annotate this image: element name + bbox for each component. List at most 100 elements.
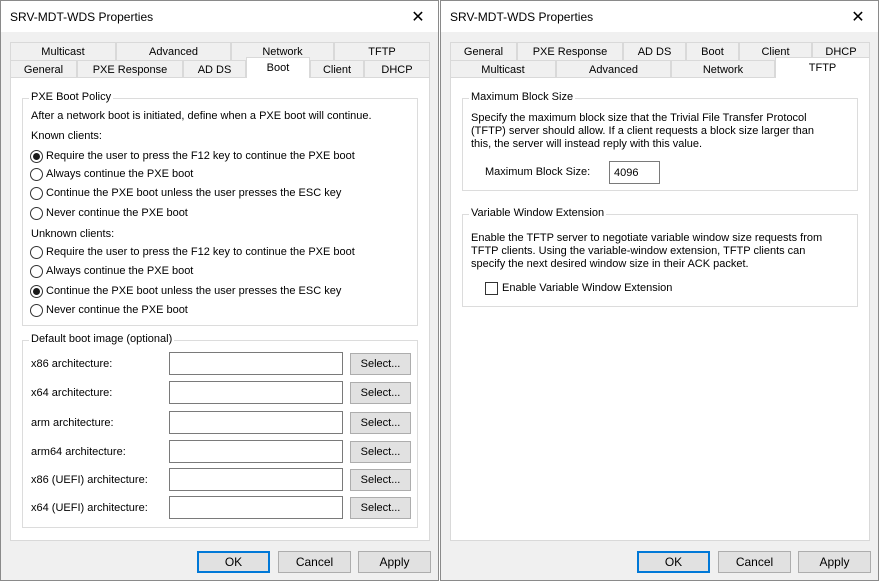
button-label: Select... bbox=[360, 502, 401, 514]
checkbox-box[interactable] bbox=[485, 281, 498, 295]
radio-label: Continue the PXE boot unless the user pr… bbox=[46, 285, 342, 297]
apply-button[interactable]: Apply bbox=[798, 551, 871, 573]
tab-general[interactable]: General bbox=[10, 60, 77, 78]
tab-multicast[interactable]: Multicast bbox=[10, 42, 116, 60]
tab-client[interactable]: Client bbox=[310, 60, 364, 78]
tab-label: Boot bbox=[701, 45, 724, 58]
tab-label: Client bbox=[322, 63, 352, 76]
select-x86-button[interactable]: Select... bbox=[350, 353, 411, 375]
unknown-radio-always[interactable]: Always continue the PXE boot bbox=[30, 263, 193, 279]
radio-button[interactable] bbox=[30, 264, 43, 278]
enable-variable-window-checkbox[interactable]: Enable Variable Window Extension bbox=[485, 280, 672, 296]
tab-network[interactable]: Network bbox=[671, 60, 775, 78]
radio-button[interactable] bbox=[30, 303, 43, 317]
ok-button[interactable]: OK bbox=[197, 551, 270, 573]
tab-label: TFTP bbox=[808, 62, 837, 74]
arch-label-x86: x86 architecture: bbox=[31, 358, 113, 370]
tab-label: AD DS bbox=[197, 63, 232, 76]
select-x64-uefi-button[interactable]: Select... bbox=[350, 497, 411, 519]
checkbox-label: Enable Variable Window Extension bbox=[502, 282, 673, 294]
button-label: Cancel bbox=[295, 555, 334, 569]
radio-label: Always continue the PXE boot bbox=[46, 265, 194, 277]
properties-dialog-tftp: SRV-MDT-WDS Properties ✕ General PXE Res… bbox=[440, 0, 879, 581]
tab-label: General bbox=[463, 45, 504, 58]
tab-general[interactable]: General bbox=[450, 42, 517, 60]
tab-label: Advanced bbox=[149, 45, 198, 58]
tab-label: PXE Response bbox=[532, 45, 608, 58]
tab-label: DHCP bbox=[381, 63, 413, 76]
button-label: Select... bbox=[360, 417, 401, 429]
tab-ad-ds[interactable]: AD DS bbox=[623, 42, 686, 60]
tab-label: Multicast bbox=[481, 63, 525, 76]
tab-tftp[interactable]: TFTP bbox=[334, 42, 430, 60]
tab-label: Client bbox=[761, 45, 790, 58]
radio-button[interactable] bbox=[30, 167, 43, 181]
x86-uefi-boot-image-input[interactable] bbox=[169, 468, 343, 491]
unknown-radio-never[interactable]: Never continue the PXE boot bbox=[30, 302, 188, 318]
unknown-radio-esc[interactable]: Continue the PXE boot unless the user pr… bbox=[30, 283, 341, 299]
tab-boot[interactable]: Boot bbox=[686, 42, 739, 60]
pxe-intro-text: After a network boot is initiated, defin… bbox=[31, 110, 372, 122]
unknown-radio-f12[interactable]: Require the user to press the F12 key to… bbox=[30, 244, 355, 260]
group-title: Default boot image (optional) bbox=[29, 333, 175, 345]
tab-pxe-response[interactable]: PXE Response bbox=[77, 60, 183, 78]
known-radio-esc[interactable]: Continue the PXE boot unless the user pr… bbox=[30, 185, 341, 201]
group-title: PXE Boot Policy bbox=[29, 91, 114, 103]
x64-boot-image-input[interactable] bbox=[169, 381, 343, 404]
radio-button[interactable] bbox=[30, 206, 43, 220]
default-boot-image-group: Default boot image (optional) x86 archit… bbox=[22, 333, 418, 528]
arm-boot-image-input[interactable] bbox=[169, 411, 343, 434]
select-x86-uefi-button[interactable]: Select... bbox=[350, 469, 411, 491]
select-arm64-button[interactable]: Select... bbox=[350, 441, 411, 463]
select-arm-button[interactable]: Select... bbox=[350, 412, 411, 434]
radio-label: Never continue the PXE boot bbox=[46, 207, 188, 219]
tab-tftp[interactable]: TFTP bbox=[775, 57, 870, 78]
tab-label: PXE Response bbox=[92, 63, 168, 76]
radio-label: Require the user to press the F12 key to… bbox=[46, 246, 355, 258]
known-radio-always[interactable]: Always continue the PXE boot bbox=[30, 166, 193, 182]
tab-pxe-response[interactable]: PXE Response bbox=[517, 42, 623, 60]
radio-button[interactable] bbox=[30, 149, 43, 163]
tab-label: DHCP bbox=[825, 45, 857, 58]
ok-button[interactable]: OK bbox=[637, 551, 710, 573]
group-title: Maximum Block Size bbox=[469, 91, 576, 103]
radio-button[interactable] bbox=[30, 284, 43, 298]
tab-label: TFTP bbox=[368, 45, 396, 58]
max-block-size-input[interactable] bbox=[609, 161, 660, 184]
x86-boot-image-input[interactable] bbox=[169, 352, 343, 375]
radio-button[interactable] bbox=[30, 186, 43, 200]
known-clients-label: Known clients: bbox=[31, 130, 102, 142]
known-radio-f12[interactable]: Require the user to press the F12 key to… bbox=[30, 148, 355, 164]
maximum-block-size-group: Maximum Block Size Specify the maximum b… bbox=[462, 91, 858, 191]
button-label: Select... bbox=[360, 474, 401, 486]
tab-ad-ds[interactable]: AD DS bbox=[183, 60, 246, 78]
tab-label: Multicast bbox=[41, 45, 85, 58]
tab-dhcp[interactable]: DHCP bbox=[364, 60, 430, 78]
close-icon[interactable]: ✕ bbox=[398, 1, 438, 32]
arm64-boot-image-input[interactable] bbox=[169, 440, 343, 463]
button-label: OK bbox=[664, 555, 683, 569]
cancel-button[interactable]: Cancel bbox=[718, 551, 791, 573]
tab-label: Network bbox=[702, 63, 744, 76]
max-block-size-label: Maximum Block Size: bbox=[485, 166, 591, 178]
x64-uefi-boot-image-input[interactable] bbox=[169, 496, 343, 519]
apply-button[interactable]: Apply bbox=[358, 551, 431, 573]
cancel-button[interactable]: Cancel bbox=[278, 551, 351, 573]
tab-label: Advanced bbox=[589, 63, 638, 76]
tab-panel-tftp: Maximum Block Size Specify the maximum b… bbox=[450, 77, 870, 541]
tab-advanced[interactable]: Advanced bbox=[556, 60, 671, 78]
tab-advanced[interactable]: Advanced bbox=[116, 42, 231, 60]
select-x64-button[interactable]: Select... bbox=[350, 382, 411, 404]
button-label: Select... bbox=[360, 358, 401, 370]
tab-boot[interactable]: Boot bbox=[246, 57, 310, 78]
group-title: Variable Window Extension bbox=[469, 207, 607, 219]
radio-button[interactable] bbox=[30, 245, 43, 259]
tab-multicast[interactable]: Multicast bbox=[450, 60, 556, 78]
known-radio-never[interactable]: Never continue the PXE boot bbox=[30, 205, 188, 221]
close-icon[interactable]: ✕ bbox=[838, 1, 878, 32]
button-label: Cancel bbox=[735, 555, 774, 569]
tab-label: AD DS bbox=[637, 45, 672, 58]
window-extension-description: Enable the TFTP server to negotiate vari… bbox=[471, 232, 823, 270]
window-title: SRV-MDT-WDS Properties bbox=[450, 10, 594, 24]
pxe-boot-policy-group: PXE Boot Policy After a network boot is … bbox=[22, 91, 418, 326]
